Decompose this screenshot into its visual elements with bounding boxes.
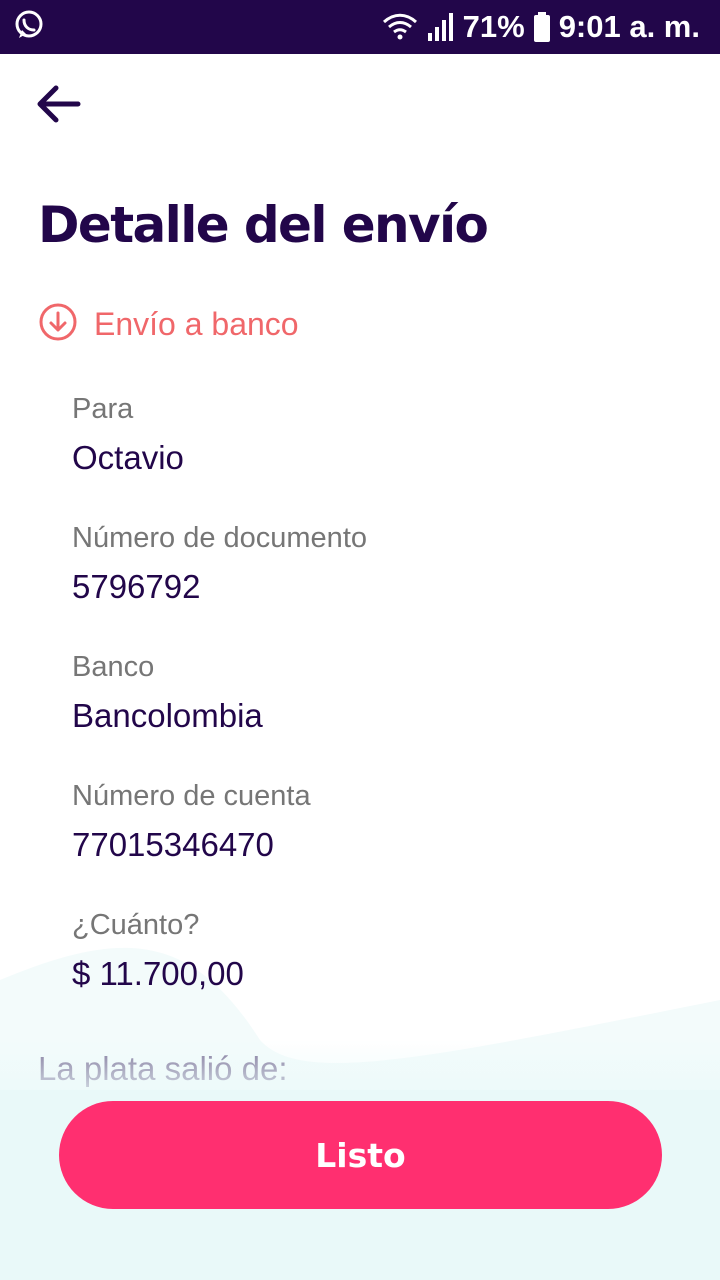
arrow-left-icon bbox=[34, 84, 82, 129]
field-label: Para bbox=[72, 393, 134, 425]
field-label: Banco bbox=[72, 651, 155, 683]
status-bar: 71% 9:01 a. m. bbox=[0, 0, 720, 54]
field-value: $ 11.700,00 bbox=[72, 955, 244, 992]
field-document-number: Número de documento 5796792 bbox=[72, 521, 367, 607]
field-bank: Banco Bancolombia bbox=[72, 650, 263, 736]
field-value: Octavio bbox=[72, 439, 184, 476]
field-label: Número de documento bbox=[72, 522, 367, 554]
whatsapp-icon bbox=[12, 8, 46, 47]
transfer-type-label: Envío a banco bbox=[94, 305, 299, 342]
wifi-icon bbox=[381, 12, 419, 42]
field-value: 5796792 bbox=[72, 568, 201, 605]
transfer-type: Envío a banco bbox=[38, 302, 299, 347]
field-label: ¿Cuánto? bbox=[72, 909, 200, 941]
source-label: La plata salió de: bbox=[38, 1050, 288, 1087]
done-button[interactable]: Listo bbox=[59, 1101, 662, 1209]
field-value: 77015346470 bbox=[72, 826, 274, 863]
clock: 9:01 a. m. bbox=[558, 9, 700, 44]
field-account-number: Número de cuenta 77015346470 bbox=[72, 779, 311, 865]
back-button[interactable] bbox=[30, 80, 86, 132]
signal-icon bbox=[427, 13, 455, 41]
arrow-down-circle-icon bbox=[38, 302, 78, 347]
battery-percent: 71% bbox=[462, 9, 525, 44]
field-label: Número de cuenta bbox=[72, 780, 311, 812]
field-recipient: Para Octavio bbox=[72, 392, 184, 478]
page-title: Detalle del envío bbox=[38, 196, 489, 254]
battery-icon bbox=[533, 12, 551, 42]
field-value: Bancolombia bbox=[72, 697, 263, 734]
field-amount: ¿Cuánto? $ 11.700,00 bbox=[72, 908, 244, 994]
